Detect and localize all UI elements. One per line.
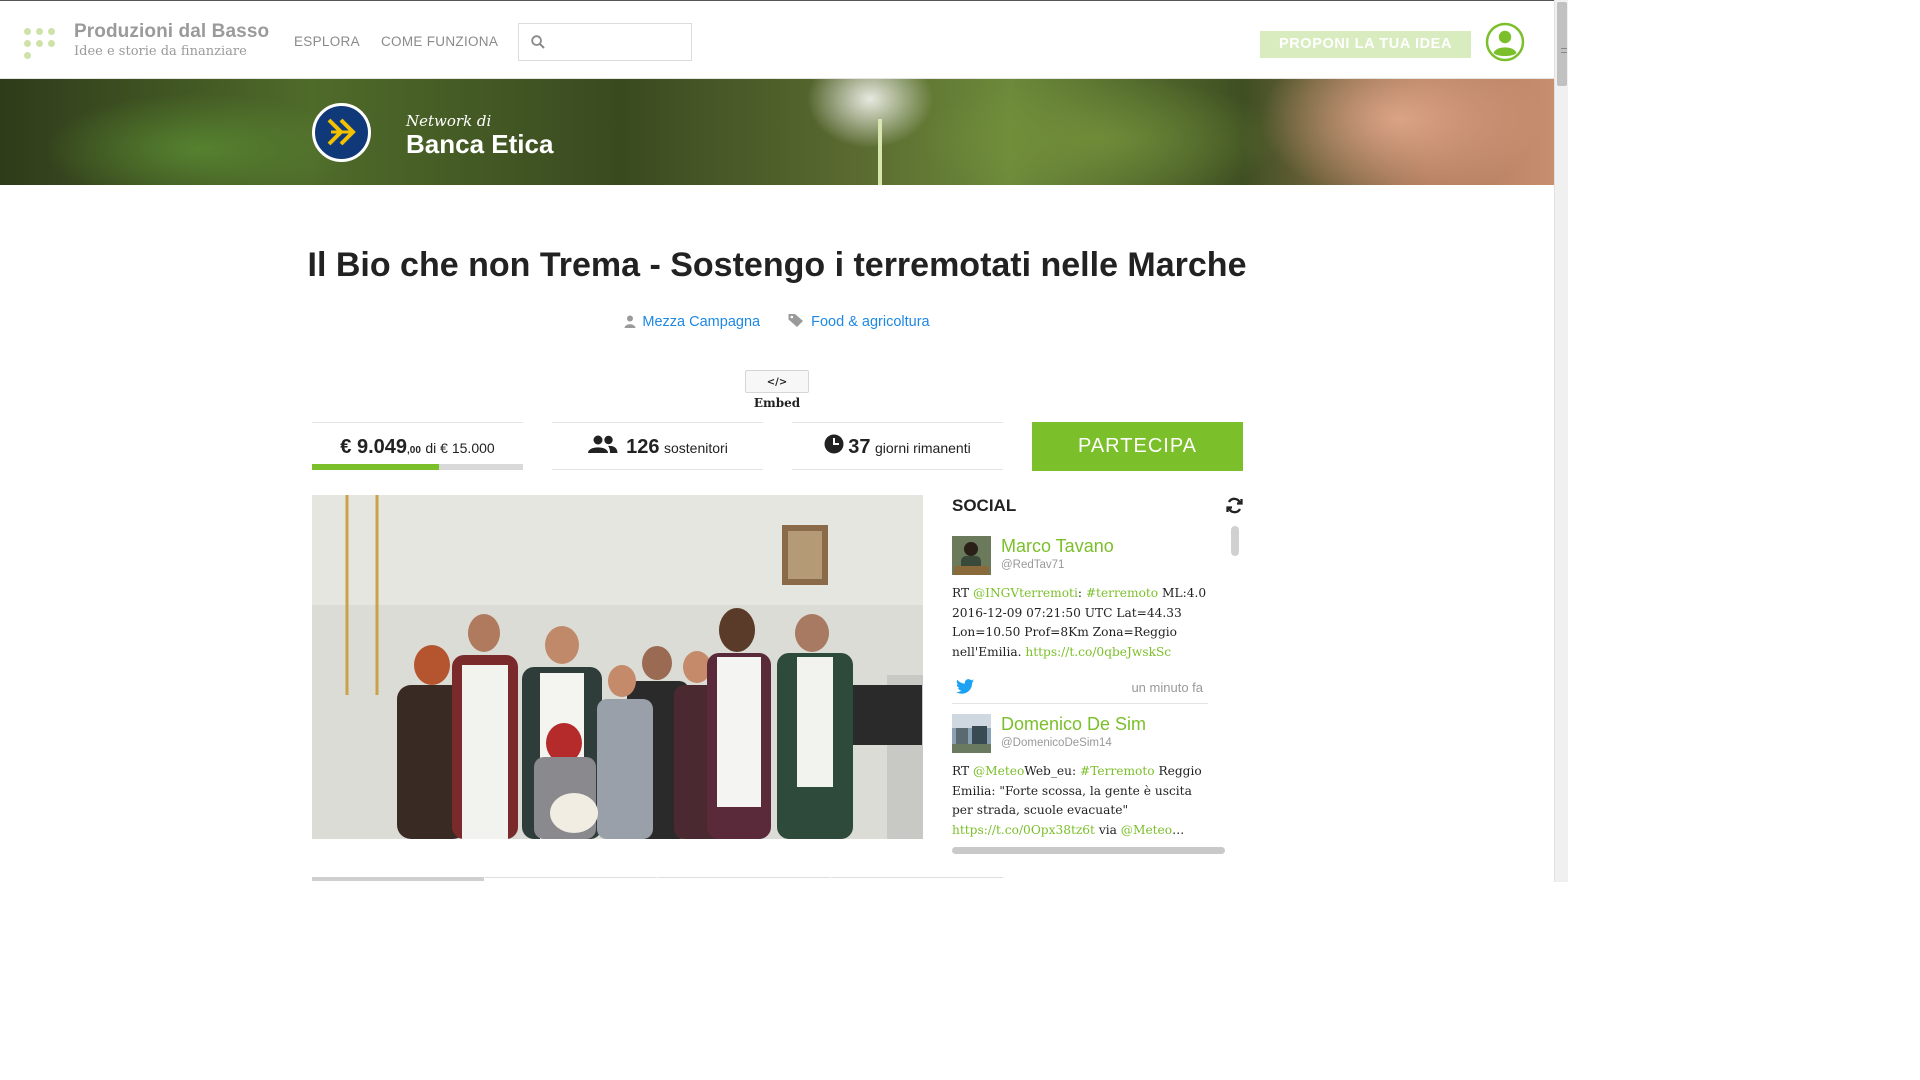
project-title: Il Bio che non Trema - Sostengo i terrem…: [307, 246, 1247, 284]
tweet-text-segment: Web_eu:: [1024, 764, 1080, 778]
twitter-icon[interactable]: [956, 679, 974, 694]
funding-raised: € 9.049: [340, 436, 408, 458]
network-name[interactable]: Banca Etica: [406, 129, 553, 160]
social-heading: SOCIAL: [952, 496, 1017, 515]
tweet-author-handle: @RedTav71: [1001, 559, 1065, 571]
tweet-author-name[interactable]: Domenico De Sim: [1001, 714, 1146, 735]
social-horizontal-scrollbar[interactable]: [952, 847, 1225, 854]
days-count: 37: [848, 436, 871, 458]
nav-explore-link[interactable]: ESPLORA: [294, 34, 360, 49]
category-link[interactable]: Food & agricoltura: [811, 314, 929, 330]
code-icon: </>: [766, 377, 788, 388]
project-category: Food & agricoltura: [788, 313, 930, 330]
tweet-avatar-image: [952, 536, 991, 575]
top-navigation-bar: Produzioni dal Basso Idee e storie da fi…: [0, 0, 1554, 79]
funding-progress-fill: [312, 464, 440, 470]
banca-etica-logo-icon: [327, 118, 356, 146]
author-link[interactable]: Mezza Campagna: [642, 314, 760, 330]
tag-icon: [788, 314, 804, 327]
funding-progress-bar: [312, 464, 523, 470]
tweet-footer: un minuto fa: [952, 676, 1208, 704]
participate-button[interactable]: PARTECIPA: [1032, 422, 1243, 471]
project-meta: Mezza Campagna Food & agricoltura: [0, 313, 1554, 330]
window-scrollbar[interactable]: [1554, 0, 1568, 882]
supporters-label: sostenitori: [664, 440, 728, 456]
network-prefix: Network di: [406, 112, 492, 130]
tweet-link[interactable]: https://t.co/0qbeJwskSc: [1025, 645, 1171, 659]
tab-active-indicator[interactable]: [312, 877, 484, 882]
tweet-text-segment: …: [1172, 822, 1185, 837]
propose-idea-button[interactable]: PROPONI LA TUA IDEA: [1260, 31, 1471, 58]
tweet-text: RT @MeteoWeb_eu: #Terremoto Reggio Emili…: [952, 762, 1208, 840]
tweet-author-handle: @DomenicoDeSim14: [1001, 737, 1112, 749]
tweet-link[interactable]: #terremoto: [1086, 586, 1158, 600]
stat-funding: € 9.049,00 di € 15.000: [312, 422, 523, 470]
brand-tagline: Idee e storie da finanziare: [74, 44, 247, 59]
funding-goal: di € 15.000: [425, 440, 495, 456]
tweet-link[interactable]: #Terremoto: [1080, 764, 1155, 778]
tweet-text-segment: RT: [952, 764, 973, 778]
tweet-avatar[interactable]: [952, 714, 991, 753]
user-account-icon[interactable]: [1485, 22, 1525, 62]
supporters-count: 126: [626, 436, 660, 458]
banca-etica-logo[interactable]: [312, 103, 371, 162]
tweet-time: un minuto fa: [1131, 680, 1203, 695]
brand-logo-icon[interactable]: [24, 28, 56, 60]
search-box[interactable]: [518, 23, 692, 61]
funding-raised-cents: ,00: [407, 445, 421, 456]
embed-label: Embed: [753, 396, 801, 410]
banner-photo-dandelion: [878, 119, 882, 185]
project-author: Mezza Campagna: [624, 314, 760, 330]
stat-supporters: 126 sostenitori: [552, 422, 763, 470]
user-icon: [624, 315, 636, 328]
refresh-icon[interactable]: [1226, 497, 1243, 514]
social-vertical-scrollbar[interactable]: [1231, 526, 1239, 556]
tweet-text-segment: via: [1094, 822, 1121, 837]
tab[interactable]: [485, 877, 657, 882]
search-input[interactable]: [555, 30, 685, 54]
tab[interactable]: [831, 877, 1003, 882]
group-photo-illustration: [312, 495, 923, 839]
search-icon: [531, 35, 545, 49]
tweet-link[interactable]: @INGVterremoti: [973, 586, 1078, 600]
window-scrollbar-thumb[interactable]: [1557, 2, 1567, 86]
days-label: giorni rimanenti: [874, 440, 971, 456]
tweet-text-segment: :: [1077, 586, 1086, 600]
tweet-author-name[interactable]: Marco Tavano: [1001, 536, 1114, 557]
tweet-link[interactable]: https://t.co/0Opx38tz6t: [952, 823, 1095, 837]
project-photo[interactable]: [312, 495, 923, 839]
tweet-link[interactable]: @Meteo: [1121, 823, 1172, 837]
clock-icon: [824, 434, 844, 454]
project-tabs: [312, 877, 1003, 882]
tab[interactable]: [658, 877, 830, 882]
network-banner: Network di Banca Etica: [0, 79, 1554, 185]
supporters-icon: [588, 435, 618, 453]
tweet-text: RT @INGVterremoti: #terremoto ML:4.0 201…: [952, 584, 1208, 662]
embed-button[interactable]: </> Embed: [745, 370, 809, 410]
tweet-text-segment: RT: [952, 586, 973, 600]
nav-how-it-works-link[interactable]: COME FUNZIONA: [381, 34, 498, 49]
tweet-avatar[interactable]: [952, 536, 991, 575]
stat-days-left: 37 giorni rimanenti: [792, 422, 1003, 470]
brand-name[interactable]: Produzioni dal Basso: [74, 21, 269, 43]
tweet-link[interactable]: @Meteo: [973, 764, 1024, 778]
tweet-avatar-image: [952, 714, 991, 753]
